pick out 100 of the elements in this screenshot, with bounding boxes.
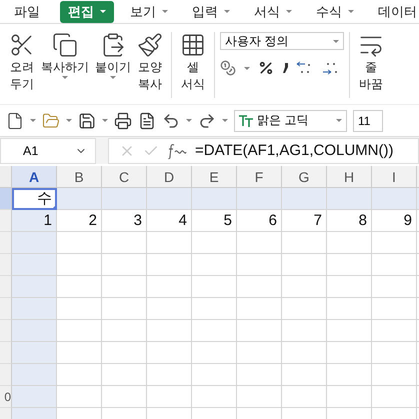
table-cell bbox=[12, 320, 57, 342]
table-cell bbox=[237, 276, 282, 298]
decimal-decrease-icon[interactable] bbox=[322, 60, 340, 76]
menu-tab[interactable]: 파일 bbox=[6, 0, 48, 22]
menu-tab[interactable]: 편집 bbox=[60, 0, 114, 22]
document-icon[interactable] bbox=[138, 112, 156, 130]
menu-tab[interactable]: 입력 bbox=[184, 0, 238, 22]
function-icon[interactable] bbox=[167, 142, 187, 158]
number-format-dropdown[interactable]: 사용자 정의 bbox=[220, 32, 344, 50]
currency-icon[interactable] bbox=[220, 60, 236, 76]
table-cell: 5 bbox=[192, 210, 237, 232]
column-header[interactable]: H bbox=[327, 166, 372, 188]
grid-icon bbox=[180, 32, 206, 58]
table-cell bbox=[57, 232, 102, 254]
column-header[interactable]: I bbox=[372, 166, 417, 188]
ribbon-button[interactable]: 복사하기 bbox=[38, 32, 92, 79]
table-cell bbox=[192, 232, 237, 254]
menu-tab[interactable]: 보기 bbox=[122, 0, 176, 22]
table-cell bbox=[102, 254, 147, 276]
menu-tab[interactable]: 수식 bbox=[308, 0, 362, 22]
table-cell bbox=[147, 276, 192, 298]
undo-icon[interactable] bbox=[162, 112, 180, 130]
formula-field[interactable]: =DATE(AF1,AG1,COLUMN()) bbox=[108, 138, 419, 164]
column-header[interactable]: B bbox=[57, 166, 102, 188]
table-cell bbox=[282, 254, 327, 276]
ribbon-button[interactable]: 붙이기 bbox=[92, 32, 134, 79]
font-dropdown[interactable]: 맑은 고딕 bbox=[234, 110, 347, 132]
table-cell bbox=[282, 298, 327, 320]
folder-icon[interactable] bbox=[42, 112, 60, 130]
table-cell: 8 bbox=[327, 210, 372, 232]
ribbon-button[interactable]: 줄 바꿈 bbox=[355, 32, 387, 92]
column-header[interactable]: F bbox=[237, 166, 282, 188]
column-header[interactable]: A bbox=[12, 166, 57, 188]
table-cell bbox=[12, 254, 57, 276]
table-cell bbox=[192, 254, 237, 276]
table-cell bbox=[102, 364, 147, 386]
table-cell bbox=[147, 232, 192, 254]
table-cell bbox=[372, 386, 417, 408]
table-cell bbox=[327, 386, 372, 408]
font-icon bbox=[239, 114, 253, 126]
percent-icon[interactable] bbox=[258, 60, 274, 76]
table-cell bbox=[372, 232, 417, 254]
table-cell bbox=[57, 298, 102, 320]
font-name: 맑은 고딕 bbox=[257, 112, 310, 129]
ribbon-button[interactable]: 셀 서식 bbox=[177, 32, 209, 92]
column-header[interactable]: E bbox=[192, 166, 237, 188]
table-cell bbox=[192, 364, 237, 386]
table-cell bbox=[192, 298, 237, 320]
column-header[interactable]: D bbox=[147, 166, 192, 188]
table-cell bbox=[282, 342, 327, 364]
table-cell bbox=[147, 298, 192, 320]
menu-tab[interactable]: 서식 bbox=[246, 0, 300, 22]
caret-icon bbox=[100, 10, 106, 13]
table-cell bbox=[327, 232, 372, 254]
table-cell bbox=[372, 298, 417, 320]
caret-icon bbox=[110, 76, 116, 79]
caret-icon bbox=[162, 10, 168, 13]
column-header[interactable]: C bbox=[102, 166, 147, 188]
table-cell bbox=[282, 320, 327, 342]
copy-icon bbox=[52, 32, 78, 58]
column-header[interactable]: G bbox=[282, 166, 327, 188]
table-cell bbox=[12, 386, 57, 408]
table-cell bbox=[372, 364, 417, 386]
table-cell bbox=[327, 342, 372, 364]
table-cell bbox=[237, 298, 282, 320]
table-cell bbox=[102, 320, 147, 342]
table-cell bbox=[372, 254, 417, 276]
table-cell bbox=[282, 364, 327, 386]
row-header[interactable]: 0 bbox=[0, 386, 12, 408]
caret-icon bbox=[333, 40, 339, 42]
save-icon[interactable] bbox=[78, 112, 96, 130]
table-cell bbox=[237, 386, 282, 408]
table-cell bbox=[12, 276, 57, 298]
table-cell bbox=[372, 342, 417, 364]
table-cell bbox=[12, 342, 57, 364]
table-cell bbox=[192, 188, 237, 210]
table-cell bbox=[102, 342, 147, 364]
caret-icon bbox=[348, 10, 354, 13]
font-size-field[interactable]: 11 bbox=[353, 110, 383, 132]
table-cell bbox=[372, 188, 417, 210]
name-box[interactable]: A1 bbox=[0, 138, 96, 164]
table-cell bbox=[147, 320, 192, 342]
menu-tab[interactable]: 데이터 bbox=[370, 0, 419, 22]
table-cell bbox=[102, 188, 147, 210]
formula-text: =DATE(AF1,AG1,COLUMN()) bbox=[195, 142, 394, 159]
ribbon-button[interactable]: 오려 두기 bbox=[6, 32, 38, 92]
redo-icon[interactable] bbox=[198, 112, 216, 130]
new-file-icon[interactable] bbox=[6, 112, 24, 130]
table-cell: 9 bbox=[372, 210, 417, 232]
table-cell bbox=[372, 320, 417, 342]
table-cell bbox=[237, 364, 282, 386]
caret-icon bbox=[286, 10, 292, 13]
table-cell bbox=[102, 276, 147, 298]
caret-icon bbox=[224, 10, 230, 13]
table-cell bbox=[327, 320, 372, 342]
comma-icon[interactable] bbox=[282, 63, 288, 73]
ribbon-button[interactable]: 모양 복사 bbox=[134, 32, 166, 92]
table-cell bbox=[237, 188, 282, 210]
selected-cell: 수 bbox=[12, 188, 57, 210]
print-icon[interactable] bbox=[114, 112, 132, 130]
